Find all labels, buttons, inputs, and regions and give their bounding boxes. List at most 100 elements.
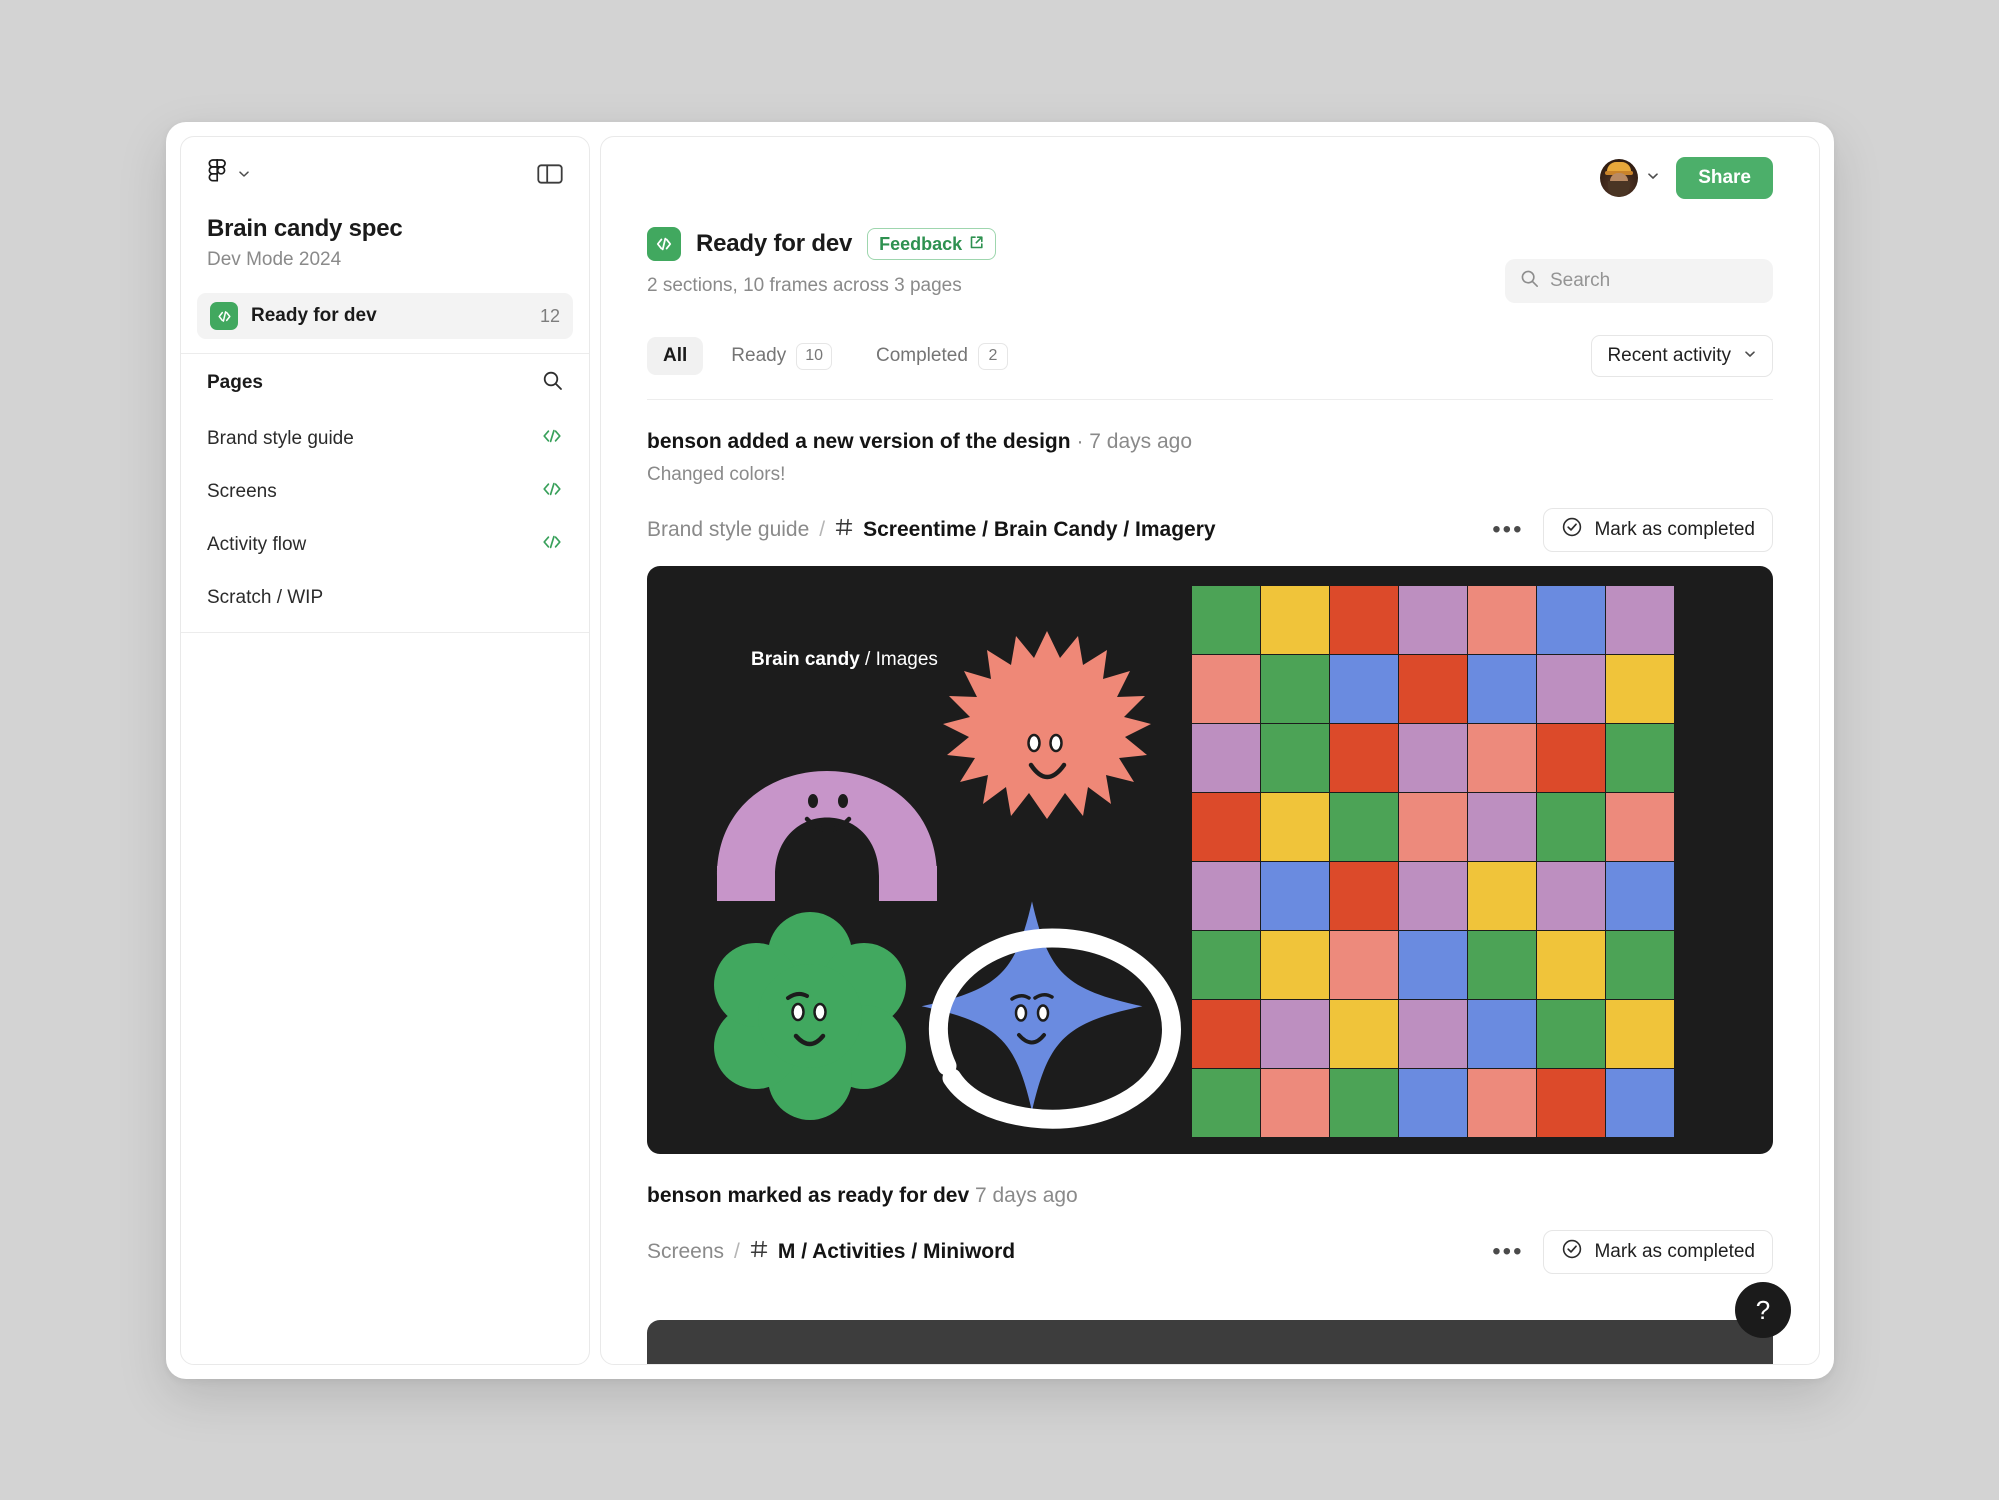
figma-logo-icon (207, 159, 228, 194)
color-swatch-4-5 (1537, 862, 1605, 930)
search-icon (1520, 269, 1539, 293)
code-icon (210, 302, 238, 330)
breadcrumb[interactable]: Screens / (647, 1240, 1015, 1264)
sidebar-pages-header: Pages (207, 354, 563, 412)
sidebar-item-activity-flow[interactable]: Activity flow (207, 518, 563, 571)
color-swatch-0-5 (1537, 586, 1605, 654)
tab-label: All (663, 345, 687, 367)
color-swatch-4-2 (1330, 862, 1398, 930)
sidebar-item-scratch-wip[interactable]: Scratch / WIP (207, 571, 563, 624)
sidebar-pages-section: Pages Brand style guide (181, 354, 589, 624)
color-swatch-5-6 (1606, 931, 1674, 999)
mark-as-completed-button[interactable]: Mark as completed (1543, 1230, 1773, 1274)
activity-title: benson marked as ready for dev 7 days ag… (647, 1184, 1773, 1208)
feedback-label: Feedback (879, 234, 962, 255)
color-swatch-1-4 (1468, 655, 1536, 723)
account-menu-button[interactable] (1600, 159, 1660, 197)
color-swatch-3-0 (1192, 793, 1260, 861)
color-swatch-7-1 (1261, 1069, 1329, 1137)
sidebar-item-label: Scratch / WIP (207, 587, 323, 609)
tab-label: Ready (731, 345, 786, 367)
breadcrumb-separator: / (819, 518, 825, 542)
breadcrumb-separator: / (734, 1240, 740, 1264)
artwork-illustration: Brain candy / Images (647, 566, 1192, 1154)
color-swatch-3-3 (1399, 793, 1467, 861)
color-swatch-6-5 (1537, 1000, 1605, 1068)
tab-completed[interactable]: Completed 2 (860, 337, 1024, 375)
breadcrumb-frame: Screentime / Brain Candy / Imagery (863, 518, 1215, 542)
sidebar-toggle-icon[interactable] (537, 163, 563, 190)
sidebar-item-brand-style-guide[interactable]: Brand style guide (207, 412, 563, 465)
color-swatch-5-5 (1537, 931, 1605, 999)
color-swatch-7-0 (1192, 1069, 1260, 1137)
sidebar-item-ready-for-dev[interactable]: Ready for dev 12 (197, 293, 573, 339)
check-circle-icon (1561, 516, 1583, 544)
color-swatch-3-2 (1330, 793, 1398, 861)
sidebar-item-label: Screens (207, 481, 277, 503)
more-horizontal-icon[interactable]: ••• (1492, 518, 1523, 542)
color-swatch-2-3 (1399, 724, 1467, 792)
tab-count: 2 (978, 343, 1008, 370)
more-horizontal-icon[interactable]: ••• (1492, 1240, 1523, 1264)
activity-breadcrumb-row: Brand style guide / (647, 508, 1773, 552)
activity-separator: · (1076, 430, 1083, 453)
page-subtitle: Dev Mode 2024 (207, 249, 563, 271)
color-swatch-0-4 (1468, 586, 1536, 654)
tab-ready[interactable]: Ready 10 (715, 337, 848, 375)
color-swatch-1-1 (1261, 655, 1329, 723)
color-swatch-6-1 (1261, 1000, 1329, 1068)
chevron-down-icon (237, 167, 251, 186)
breadcrumb-page: Screens (647, 1240, 724, 1264)
tab-count: 10 (796, 343, 832, 370)
breadcrumb[interactable]: Brand style guide / (647, 518, 1216, 542)
help-button[interactable]: ? (1735, 1282, 1791, 1338)
color-swatch-1-3 (1399, 655, 1467, 723)
color-swatch-6-4 (1468, 1000, 1536, 1068)
activity-action: added a new version of the design (728, 430, 1071, 453)
color-swatch-4-4 (1468, 862, 1536, 930)
code-icon (541, 534, 563, 555)
mark-as-completed-button[interactable]: Mark as completed (1543, 508, 1773, 552)
main-panel: Share Ready for dev Feedback (600, 136, 1820, 1365)
figma-logo-button[interactable] (207, 159, 251, 194)
color-swatch-0-2 (1330, 586, 1398, 654)
sort-label: Recent activity (1607, 345, 1731, 367)
color-swatch-4-6 (1606, 862, 1674, 930)
share-button[interactable]: Share (1676, 157, 1773, 199)
activity-action: marked as ready for dev (728, 1184, 970, 1207)
code-icon (541, 481, 563, 502)
code-icon (647, 227, 681, 261)
color-swatch-6-3 (1399, 1000, 1467, 1068)
color-swatch-5-2 (1330, 931, 1398, 999)
search-icon[interactable] (542, 370, 563, 396)
tab-label: Completed (876, 345, 968, 367)
section-title: Ready for dev (696, 230, 852, 258)
sidebar-item-count: 12 (540, 306, 560, 327)
color-swatch-0-1 (1261, 586, 1329, 654)
external-link-icon (969, 234, 984, 255)
design-thumbnail[interactable]: Brain candy / Images (647, 566, 1773, 1154)
color-swatch-7-6 (1606, 1069, 1674, 1137)
section-header: Ready for dev Feedback (647, 227, 1773, 261)
activity-actor: benson (647, 430, 722, 453)
activity-time: 7 days ago (975, 1184, 1078, 1207)
search-input[interactable] (1550, 270, 1758, 292)
feedback-button[interactable]: Feedback (867, 228, 996, 260)
sidebar-header: Brain candy spec Dev Mode 2024 (181, 137, 589, 271)
mark-label: Mark as completed (1594, 519, 1755, 541)
sidebar-item-screens[interactable]: Screens (207, 465, 563, 518)
activity-item-1: benson added a new version of the design… (647, 430, 1773, 1154)
color-swatch-0-6 (1606, 586, 1674, 654)
design-thumbnail-2[interactable] (647, 1320, 1773, 1365)
color-swatch-2-6 (1606, 724, 1674, 792)
color-swatch-4-1 (1261, 862, 1329, 930)
color-grid (1192, 586, 1674, 1137)
tab-all[interactable]: All (647, 337, 703, 375)
color-swatch-2-4 (1468, 724, 1536, 792)
starburst-character (943, 631, 1151, 819)
color-swatch-1-0 (1192, 655, 1260, 723)
search-box[interactable] (1505, 259, 1773, 303)
sidebar-logo-row (207, 159, 563, 193)
sort-dropdown[interactable]: Recent activity (1591, 335, 1773, 377)
color-swatch-0-0 (1192, 586, 1260, 654)
